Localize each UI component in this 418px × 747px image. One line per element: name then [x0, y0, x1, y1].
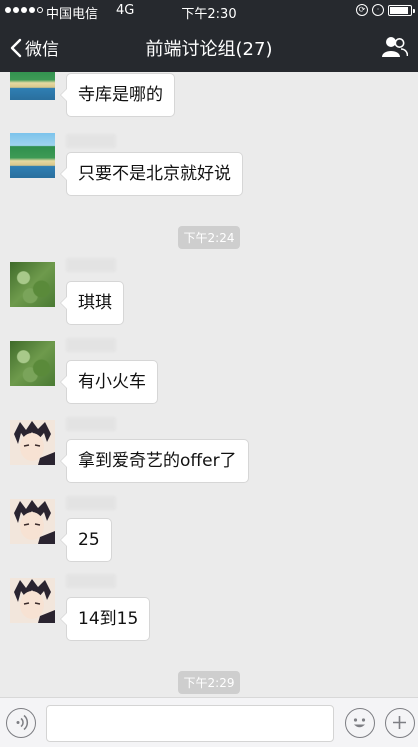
plus-icon[interactable] [385, 708, 415, 738]
message-bubble[interactable]: 只要不是北京就好说 [60, 152, 243, 196]
sender-avatar[interactable] [10, 499, 55, 544]
voice-icon[interactable] [6, 708, 36, 738]
chat-title: 前端讨论组(27) [145, 39, 273, 60]
rotation-lock-icon: ⟳ [356, 4, 368, 16]
message-bubble[interactable]: 寺库是哪的 [60, 73, 175, 117]
message-bubble[interactable]: 拿到爱奇艺的offer了 [60, 439, 249, 483]
timestamp-label: 下午2:24 [177, 226, 241, 249]
sender-name-blurred [66, 417, 116, 431]
message-list[interactable]: 寺库是哪的 只要不是北京就好说 下午2:24 琪琪 有小火车 拿到爱奇艺的off… [0, 72, 418, 697]
sender-name-blurred [66, 574, 116, 588]
emoji-icon[interactable] [345, 708, 375, 738]
sender-name-blurred [66, 134, 116, 148]
anime-avatar-icon [10, 499, 55, 544]
sender-avatar[interactable] [10, 133, 55, 178]
sender-avatar[interactable] [10, 420, 55, 465]
message-bubble[interactable]: 有小火车 [60, 360, 158, 404]
sender-avatar[interactable] [10, 341, 55, 386]
navigation-bar: 微信 前端讨论组(27) [0, 22, 418, 72]
sender-name-blurred [66, 496, 116, 510]
time-divider: 下午2:24 [0, 226, 418, 249]
message-input[interactable] [46, 705, 334, 742]
sender-name-blurred [66, 258, 116, 272]
anime-avatar-icon [10, 578, 55, 623]
timestamp-label: 下午2:29 [177, 671, 241, 694]
status-bar: 中国电信 4G 下午2:30 ⟳ · [0, 0, 418, 22]
message-bubble[interactable]: 琪琪 [60, 281, 124, 325]
sender-name-blurred [66, 338, 116, 352]
sender-avatar[interactable] [10, 578, 55, 623]
anime-avatar-icon [10, 420, 55, 465]
message-bubble[interactable]: 25 [60, 518, 112, 562]
battery-icon [388, 4, 415, 16]
sender-avatar[interactable] [10, 262, 55, 307]
time-divider: 下午2:29 [0, 671, 418, 694]
input-bar [0, 697, 418, 747]
group-members-icon[interactable] [382, 36, 408, 58]
alarm-icon: · [372, 4, 384, 16]
sender-avatar[interactable] [10, 72, 55, 100]
message-bubble[interactable]: 14到15 [59, 597, 151, 641]
